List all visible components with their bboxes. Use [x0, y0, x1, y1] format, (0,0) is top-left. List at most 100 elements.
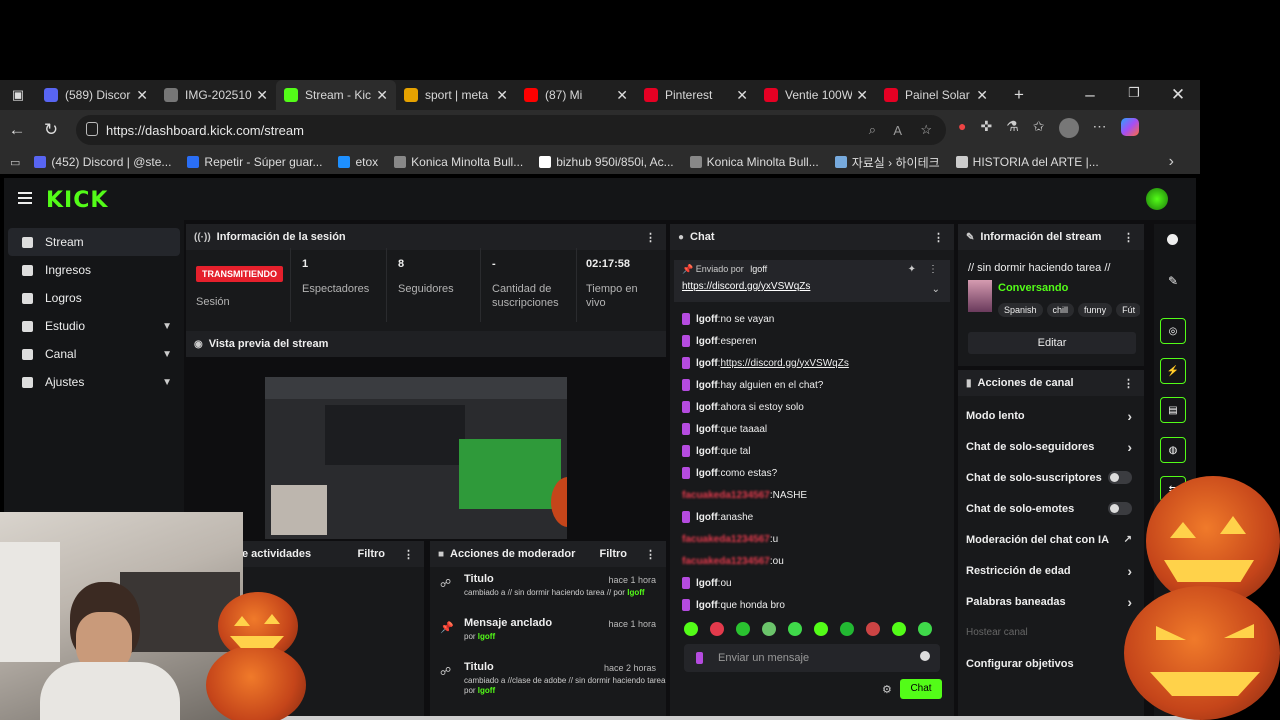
hamburger-menu-icon[interactable] [18, 192, 32, 204]
emote-icon[interactable] [762, 622, 776, 636]
chat-username[interactable]: lgoff [696, 578, 718, 589]
close-tab-icon[interactable]: ✕ [976, 87, 988, 104]
emote-icon[interactable] [814, 622, 828, 636]
channel-action-item[interactable]: Restricción de edad › [958, 555, 1144, 586]
stream-tag[interactable]: Fút [1116, 303, 1140, 317]
back-button[interactable]: ← [0, 120, 34, 140]
emoji-icon[interactable] [920, 651, 930, 661]
new-tab-button[interactable]: + [1002, 85, 1036, 105]
sidebar-item-logros[interactable]: Logros [8, 284, 180, 312]
info-icon[interactable] [1167, 234, 1178, 245]
browser-tab[interactable]: (87) Mi ✕ [516, 80, 636, 110]
chat-username[interactable]: lgoff [696, 380, 718, 391]
chat-username[interactable]: facuakeda1234567 [682, 556, 770, 567]
chat-username[interactable]: facuakeda1234567 [682, 534, 770, 545]
category-name[interactable]: Conversando [998, 282, 1068, 294]
read-aloud-icon[interactable]: A [893, 123, 902, 138]
chat-username[interactable]: lgoff [696, 336, 718, 347]
channel-action-item[interactable]: Chat de solo-suscriptores [958, 462, 1144, 493]
channel-action-item[interactable]: Configurar objetivos [958, 648, 1144, 679]
close-window-button[interactable]: ✕ [1156, 85, 1200, 105]
edit-button[interactable]: Editar [968, 332, 1136, 354]
emote-icon[interactable] [788, 622, 802, 636]
emote-icon[interactable] [918, 622, 932, 636]
chat-username[interactable]: lgoff [696, 424, 718, 435]
mod-action-user[interactable]: lgoff [478, 686, 495, 695]
chat-input[interactable]: Enviar un mensaje [684, 644, 940, 672]
pinned-message[interactable]: 📌 Enviado por lgoff https://discord.gg/y… [674, 260, 950, 302]
chat-username[interactable]: facuakeda1234567 [682, 490, 770, 501]
favorite-star-icon[interactable]: ☆ [920, 122, 932, 138]
channel-action-item[interactable]: Moderación del chat con IA ↗ [958, 524, 1144, 555]
emote-icon[interactable] [710, 622, 724, 636]
profile-avatar[interactable] [1058, 118, 1079, 138]
browser-tab[interactable]: sport | meta ✕ [396, 80, 516, 110]
browser-tab[interactable]: Painel Solar ✕ [876, 80, 996, 110]
bookmark-item[interactable]: Repetir - Súper guar... [187, 154, 322, 171]
close-tab-icon[interactable]: ✕ [256, 87, 268, 104]
emote-icon[interactable] [736, 622, 750, 636]
browser-tab[interactable]: (589) Discor ✕ [36, 80, 156, 110]
user-avatar[interactable] [1146, 188, 1168, 210]
minimize-button[interactable]: – [1068, 85, 1112, 105]
toggle-switch[interactable] [1108, 502, 1132, 515]
bookmark-item[interactable]: HISTORIA del ARTE |... [955, 154, 1099, 171]
kebab-menu-icon[interactable]: ⋮ [933, 231, 944, 244]
bookmark-item[interactable]: (452) Discord | @ste... [34, 154, 171, 171]
browser-tab[interactable]: Ventie 100W ✕ [756, 80, 876, 110]
bookmark-item[interactable]: etox [338, 154, 378, 171]
stream-tag[interactable]: funny [1078, 303, 1113, 317]
chat-username[interactable]: lgoff [696, 600, 718, 611]
stream-preview-video[interactable] [265, 377, 567, 539]
chat-settings-icon[interactable]: ⚙ [882, 683, 892, 696]
pencil-icon[interactable]: ✎ [1168, 274, 1178, 288]
emote-icon[interactable] [866, 622, 880, 636]
chat-username[interactable]: lgoff [696, 468, 718, 479]
close-tab-icon[interactable]: ✕ [496, 87, 508, 104]
kick-logo[interactable]: KICK [46, 188, 108, 213]
reading-list-icon[interactable]: ▭ [10, 156, 20, 169]
bookmark-item[interactable]: Konica Minolta Bull... [689, 154, 819, 171]
puzzle-icon[interactable]: ✜ [980, 118, 992, 138]
kebab-menu-icon[interactable]: ⋮ [1123, 231, 1134, 244]
close-tab-icon[interactable]: ✕ [736, 87, 748, 104]
restore-button[interactable]: ❐ [1112, 85, 1156, 105]
pinned-link[interactable]: https://discord.gg/yxVSWqZs [674, 275, 950, 292]
rail-button-1[interactable]: ◎ [1160, 318, 1186, 344]
mod-filter-button[interactable]: Filtro [600, 548, 628, 560]
kebab-menu-icon[interactable]: ⋮ [645, 548, 656, 561]
kebab-menu-icon[interactable]: ⋮ [403, 548, 414, 561]
emote-icon[interactable] [684, 622, 698, 636]
channel-action-item[interactable]: Chat de solo-emotes [958, 493, 1144, 524]
browser-tab[interactable]: Stream - Kic ✕ [276, 80, 396, 110]
stream-tag[interactable]: Spanish [998, 303, 1043, 317]
unpin-icon[interactable]: ✦ [908, 264, 916, 275]
sidebar-item-stream[interactable]: Stream [8, 228, 180, 256]
chat-username[interactable]: lgoff [696, 512, 718, 523]
address-bar[interactable]: https://dashboard.kick.com/stream ⌕ A ☆ [76, 115, 946, 145]
copilot-icon[interactable] [1120, 118, 1139, 136]
mod-action-user[interactable]: lgoff [478, 632, 495, 641]
close-tab-icon[interactable]: ✕ [376, 87, 388, 104]
rail-button-4[interactable]: ◍ [1160, 437, 1186, 463]
chat-username[interactable]: lgoff [696, 402, 718, 413]
toggle-switch[interactable] [1108, 471, 1132, 484]
close-tab-icon[interactable]: ✕ [856, 87, 868, 104]
tab-actions-icon[interactable]: ▣ [0, 87, 36, 103]
rail-button-3[interactable]: ▤ [1160, 397, 1186, 423]
bookmark-item[interactable]: Konica Minolta Bull... [394, 154, 523, 171]
chevron-down-icon[interactable]: ⌄ [932, 284, 940, 295]
refresh-button[interactable]: ↻ [34, 120, 68, 140]
emote-icon[interactable] [892, 622, 906, 636]
favorites-icon[interactable]: ✩ [1033, 118, 1045, 138]
channel-action-item[interactable]: Modo lento › [958, 400, 1144, 431]
more-menu-icon[interactable]: ⋯ [1093, 118, 1107, 138]
close-tab-icon[interactable]: ✕ [616, 87, 628, 104]
chat-text[interactable]: https://discord.gg/yxVSWqZs [720, 358, 848, 369]
activity-filter-button[interactable]: Filtro [358, 548, 386, 560]
emote-icon[interactable] [840, 622, 854, 636]
browser-tab[interactable]: Pinterest ✕ [636, 80, 756, 110]
channel-action-item[interactable]: Palabras baneadas › [958, 586, 1144, 617]
chat-username[interactable]: lgoff [696, 314, 718, 325]
close-tab-icon[interactable]: ✕ [136, 87, 148, 104]
